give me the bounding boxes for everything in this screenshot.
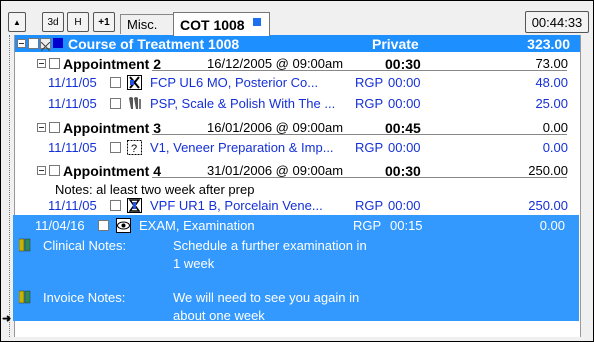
- divider: [152, 177, 567, 178]
- item-description: EXAM, Examination: [139, 218, 255, 233]
- appointment-total: 73.00: [535, 56, 568, 71]
- item-price: 0.00: [539, 218, 565, 233]
- appointment-total: 250.00: [528, 163, 568, 178]
- item-description: VPF UR1 B, Porcelain Vene...: [150, 198, 323, 213]
- appointment-notes: Notes: al least two week after prep: [55, 182, 255, 197]
- scale-polish-icon: [129, 97, 141, 109]
- item-time: 00:00: [388, 96, 421, 111]
- selected-exam-item[interactable]: 11/04/16 EXAM, Examination RGP 00:15 0.0…: [13, 215, 579, 323]
- tooth-filling-icon: [127, 75, 142, 90]
- appointment-checkbox[interactable]: [49, 122, 60, 133]
- appointment-date: 16/12/2005 @ 09:00am: [207, 56, 344, 71]
- invoice-notes-icon: [19, 290, 31, 304]
- tab-misc-label: Misc.: [127, 17, 158, 32]
- item-description: FCP UL6 MO, Posterior Co...: [150, 75, 319, 90]
- tab-misc[interactable]: Misc.: [120, 14, 175, 34]
- item-provider: RGP: [355, 96, 384, 111]
- svg-text:?: ?: [131, 143, 137, 155]
- toolbar: ▲ 3d H +1 Misc. COT 1008 00:44:33: [1, 1, 593, 36]
- timer-display: 00:44:33: [525, 11, 589, 33]
- item-checkbox[interactable]: [110, 98, 121, 109]
- course-type: Private: [372, 36, 419, 52]
- 3d-view-button[interactable]: 3d: [42, 12, 64, 32]
- current-row-arrow-icon: ➜: [2, 313, 12, 325]
- course-total: 323.00: [527, 36, 570, 52]
- item-price: 48.00: [535, 75, 568, 90]
- item-checkbox[interactable]: [110, 200, 121, 211]
- item-checkbox[interactable]: [110, 142, 121, 153]
- item-time: 00:00: [388, 75, 421, 90]
- item-provider: RGP: [355, 75, 384, 90]
- item-date: 11/11/05: [48, 140, 97, 155]
- divider: [152, 134, 567, 135]
- item-price: 25.00: [535, 96, 568, 111]
- item-provider: RGP: [353, 218, 382, 233]
- item-description: PSP, Scale & Polish With The ...: [150, 96, 336, 111]
- appointment-total: 0.00: [542, 120, 568, 135]
- item-time: 00:00: [388, 198, 421, 213]
- veneer-question-icon: ?: [127, 140, 142, 155]
- item-provider: RGP: [355, 198, 384, 213]
- veneer-tooth-icon: [127, 198, 142, 213]
- treatment-item-row[interactable]: 11/11/05 ? V1, Veneer Preparation & Imp.…: [15, 138, 580, 156]
- course-title: Course of Treatment 1008: [68, 36, 240, 52]
- item-time: 00:00: [388, 140, 421, 155]
- tab-cot-label: COT 1008: [180, 16, 245, 33]
- item-date: 11/11/05: [48, 198, 97, 213]
- item-price: 0.00: [542, 140, 568, 155]
- appointment-label: Appointment 3: [63, 120, 161, 136]
- invoice-notes-line2: about one week: [173, 308, 265, 323]
- item-time: 00:15: [390, 218, 423, 233]
- up-arrow-icon: ▲: [13, 17, 21, 27]
- item-date: 11/11/05: [48, 75, 97, 90]
- course-status-icon: [53, 38, 63, 48]
- appointment-label: Appointment 2: [63, 56, 161, 72]
- item-provider: RGP: [355, 140, 384, 155]
- appointment-date: 16/01/2006 @ 09:00am: [207, 120, 344, 135]
- check-x-icon: [40, 41, 51, 52]
- item-date: 11/11/05: [48, 96, 97, 111]
- invoice-notes-line1: We will need to see you again in: [173, 290, 360, 305]
- clinical-notes-icon: [19, 238, 31, 252]
- collapse-appointment-icon[interactable]: [37, 59, 46, 68]
- tree-line: [9, 35, 11, 337]
- item-date: 11/04/16: [35, 218, 85, 233]
- course-checkbox[interactable]: [28, 38, 39, 49]
- item-price: 250.00: [528, 198, 568, 213]
- treatment-item-row[interactable]: 11/11/05 VPF UR1 B, Porcelain Vene... RG…: [15, 196, 580, 214]
- appointment-date: 31/01/2006 @ 09:00am: [207, 163, 344, 178]
- plus-one-button[interactable]: +1: [93, 12, 115, 32]
- treatment-item-row[interactable]: 11/11/05 FCP UL6 MO, Posterior Co... RGP…: [15, 73, 580, 91]
- item-description: V1, Veneer Preparation & Imp...: [150, 140, 334, 155]
- course-complete-checkbox[interactable]: [40, 38, 51, 52]
- item-checkbox[interactable]: [98, 220, 109, 231]
- invoice-notes-label: Invoice Notes:: [43, 290, 126, 305]
- clinical-notes-line2: 1 week: [173, 256, 215, 271]
- item-checkbox[interactable]: [110, 77, 121, 88]
- divider: [152, 70, 567, 71]
- history-button[interactable]: H: [67, 12, 89, 32]
- clinical-notes-label: Clinical Notes:: [43, 238, 127, 253]
- collapse-up-button[interactable]: ▲: [8, 12, 26, 32]
- cot-window: ▲ 3d H +1 Misc. COT 1008 00:44:33 Course…: [0, 0, 594, 342]
- collapse-appointment-icon[interactable]: [37, 166, 46, 175]
- eye-exam-icon: [116, 218, 131, 233]
- tab-cot-1008[interactable]: COT 1008: [173, 12, 270, 36]
- appointment-checkbox[interactable]: [49, 58, 60, 69]
- collapse-appointment-icon[interactable]: [37, 123, 46, 132]
- clinical-notes-line1: Schedule a further examination in: [173, 238, 367, 253]
- appointment-checkbox[interactable]: [49, 165, 60, 176]
- treatment-item-row[interactable]: 11/11/05 PSP, Scale & Polish With The ..…: [15, 94, 580, 112]
- modified-indicator-icon: [252, 17, 261, 26]
- course-header-row[interactable]: Course of Treatment 1008 Private 323.00: [15, 35, 580, 52]
- collapse-course-icon[interactable]: [17, 39, 26, 48]
- appointment-label: Appointment 4: [63, 163, 161, 179]
